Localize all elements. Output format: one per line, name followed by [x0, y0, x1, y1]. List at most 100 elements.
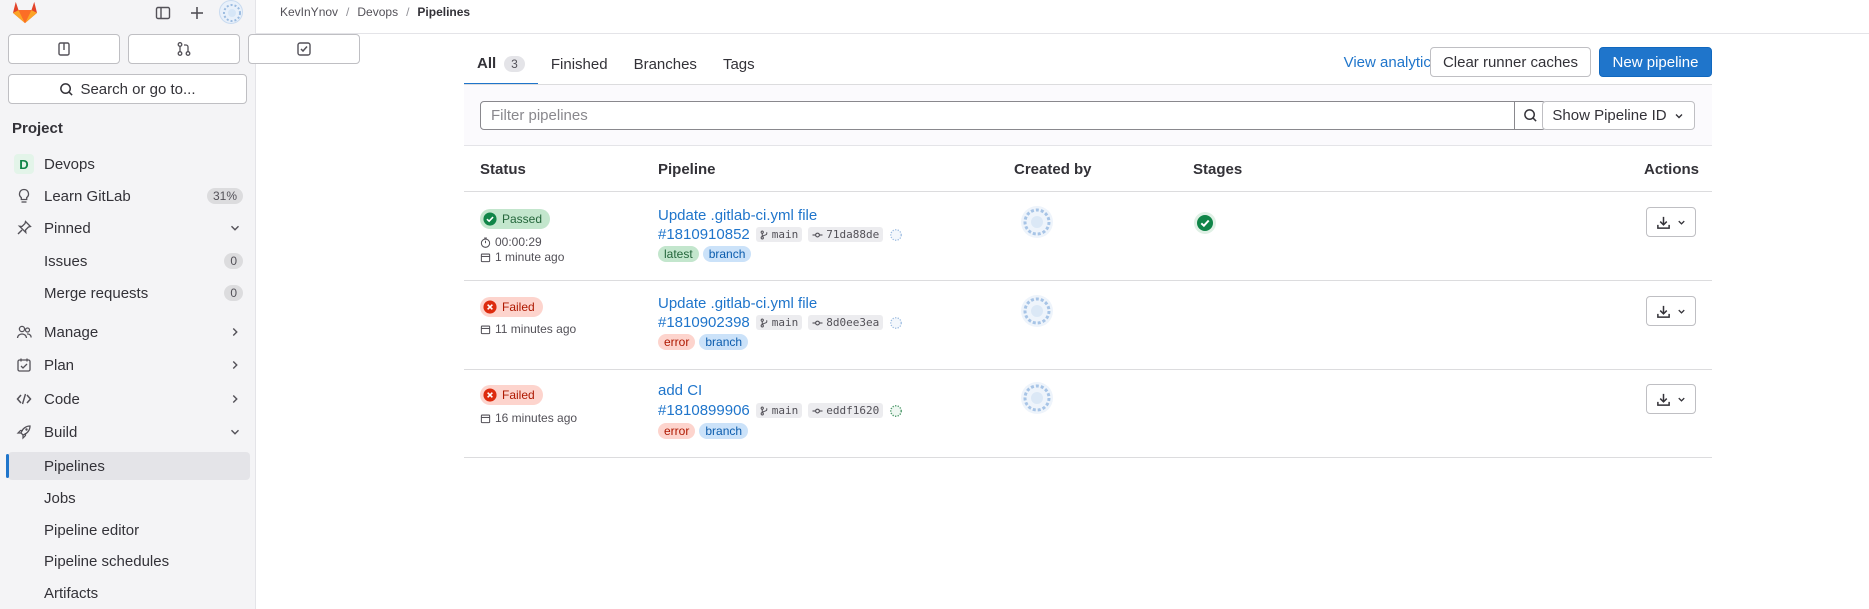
breadcrumb: KevInYnov / Devops / Pipelines	[280, 5, 470, 19]
creator-avatar[interactable]	[1021, 382, 1053, 414]
search-icon	[1523, 109, 1537, 122]
status-failed-icon	[483, 300, 497, 314]
tab-branches[interactable]: Branches	[621, 44, 710, 85]
pipeline-tags: error branch	[658, 334, 749, 350]
error-badge: error	[658, 334, 696, 350]
column-header-actions: Actions	[1644, 161, 1700, 178]
commit-ref[interactable]: eddf1620	[808, 403, 884, 418]
sidebar-item-learn-gitlab[interactable]: Learn GitLab 31%	[8, 182, 250, 210]
sidebar: Search or go to... Project D Devops Lear…	[0, 0, 360, 609]
download-icon	[1656, 393, 1670, 406]
search-label: Search or go to...	[80, 80, 196, 98]
sidebar-item-code[interactable]: Code	[8, 385, 250, 413]
download-artifacts-dropdown[interactable]	[1646, 296, 1696, 326]
chevron-down-icon	[1677, 397, 1685, 402]
branch-ref[interactable]: main	[755, 227, 803, 242]
filter-pipelines-input[interactable]: Filter pipelines	[480, 101, 1515, 130]
chevron-right-icon	[228, 325, 242, 339]
status-badge[interactable]: Passed	[480, 209, 551, 229]
breadcrumb-current[interactable]: Pipelines	[417, 5, 470, 19]
pipeline-id-line: #1810910852 main 71da88de	[658, 226, 903, 243]
pipeline-tabs: All 3 Finished Branches Tags	[464, 44, 768, 85]
download-icon	[1656, 305, 1670, 318]
pipeline-id-line: #1810899906 main eddf1620	[658, 402, 903, 419]
toggle-sidebar-icon[interactable]	[152, 2, 174, 24]
sidebar-item-project[interactable]: D Devops	[8, 150, 250, 178]
tab-tags[interactable]: Tags	[710, 44, 768, 85]
show-pipeline-id-dropdown[interactable]: Show Pipeline ID	[1542, 101, 1695, 130]
chevron-right-icon	[228, 392, 242, 406]
commit-author-avatar[interactable]	[889, 316, 903, 330]
search-button[interactable]: Search or go to...	[8, 74, 247, 104]
branch-icon	[760, 230, 768, 239]
download-artifacts-dropdown[interactable]	[1646, 384, 1696, 414]
todo-icon	[297, 42, 311, 56]
dropdown-label: Show Pipeline ID	[1552, 107, 1667, 124]
commit-icon	[812, 408, 823, 413]
chevron-down-icon	[1677, 309, 1685, 314]
breadcrumb-divider	[256, 33, 1869, 34]
commit-ref[interactable]: 8d0ee3ea	[808, 315, 884, 330]
sidebar-item-label: Pipeline editor	[44, 521, 140, 539]
status-label: Failed	[502, 388, 535, 402]
sidebar-item-merge-requests[interactable]: Merge requests 0	[8, 279, 250, 307]
commit-author-avatar[interactable]	[889, 228, 903, 242]
sidebar-item-build[interactable]: Build	[8, 418, 250, 446]
commit-author-avatar[interactable]	[889, 404, 903, 418]
sidebar-item-issues[interactable]: Issues 0	[8, 247, 250, 275]
gitlab-logo-icon[interactable]	[10, 0, 40, 24]
sidebar-top-bar	[0, 0, 256, 26]
download-artifacts-dropdown[interactable]	[1646, 207, 1696, 237]
sidebar-item-label: Plan	[44, 356, 75, 374]
status-badge[interactable]: Failed	[480, 297, 543, 317]
sidebar-item-pipeline-schedules[interactable]: Pipeline schedules	[8, 547, 250, 575]
creator-avatar[interactable]	[1021, 295, 1053, 327]
new-pipeline-button[interactable]: New pipeline	[1599, 47, 1712, 77]
sidebar-item-artifacts[interactable]: Artifacts	[8, 579, 250, 607]
pipeline-title-link[interactable]: Update .gitlab-ci.yml file	[658, 295, 817, 312]
sidebar-item-plan[interactable]: Plan	[8, 351, 250, 379]
sidebar-item-label: Artifacts	[44, 584, 99, 602]
sidebar-item-label: Jobs	[44, 489, 76, 507]
pipeline-id-link[interactable]: #1810899906	[658, 402, 750, 419]
pipeline-time: 11 minutes ago	[480, 322, 576, 336]
sidebar-item-manage[interactable]: Manage	[8, 318, 250, 346]
sidebar-item-pipeline-editor[interactable]: Pipeline editor	[8, 516, 250, 544]
clear-runner-caches-button[interactable]: Clear runner caches	[1430, 47, 1591, 77]
branch-badge: branch	[699, 334, 749, 350]
pipeline-time: 1 minute ago	[480, 250, 564, 264]
status-badge[interactable]: Failed	[480, 385, 543, 405]
commit-icon	[812, 232, 823, 237]
breadcrumb-user[interactable]: KevInYnov	[280, 5, 338, 19]
tab-finished[interactable]: Finished	[538, 44, 621, 85]
assigned-issues-button[interactable]	[8, 34, 120, 64]
time-ago: 16 minutes ago	[495, 411, 578, 425]
pipeline-id-link[interactable]: #1810910852	[658, 226, 750, 243]
tab-all[interactable]: All 3	[464, 44, 538, 85]
sidebar-item-label: Devops	[44, 155, 95, 173]
merge-requests-button[interactable]	[128, 34, 240, 64]
chevron-down-icon	[228, 425, 242, 439]
status-success-icon	[483, 212, 497, 226]
issues-count: 0	[224, 253, 243, 269]
branch-ref[interactable]: main	[755, 315, 803, 330]
stage-success-icon[interactable]	[1193, 211, 1217, 235]
pipeline-id-link[interactable]: #1810902398	[658, 314, 750, 331]
todo-list-button[interactable]	[248, 34, 360, 64]
search-icon	[60, 82, 74, 96]
sidebar-item-jobs[interactable]: Jobs	[8, 484, 250, 512]
branch-ref[interactable]: main	[755, 403, 803, 418]
creator-avatar[interactable]	[1021, 206, 1053, 238]
commit-ref[interactable]: 71da88de	[808, 227, 884, 242]
commit-sha: eddf1620	[826, 404, 880, 417]
breadcrumb-project[interactable]: Devops	[357, 5, 398, 19]
sidebar-item-pipelines[interactable]: Pipelines	[6, 452, 250, 480]
pipeline-title-link[interactable]: add CI	[658, 382, 702, 399]
create-new-icon[interactable]	[186, 2, 208, 24]
sidebar-item-pinned[interactable]: Pinned	[8, 214, 250, 242]
pipeline-title-link[interactable]: Update .gitlab-ci.yml file	[658, 207, 817, 224]
user-avatar[interactable]	[219, 0, 243, 24]
pipeline-time: 16 minutes ago	[480, 411, 577, 425]
table-row: Failed 11 minutes ago Update .gitlab-ci.…	[464, 282, 1712, 370]
table-row: Passed 00:00:29 1 minute ago Update .git…	[464, 193, 1712, 281]
